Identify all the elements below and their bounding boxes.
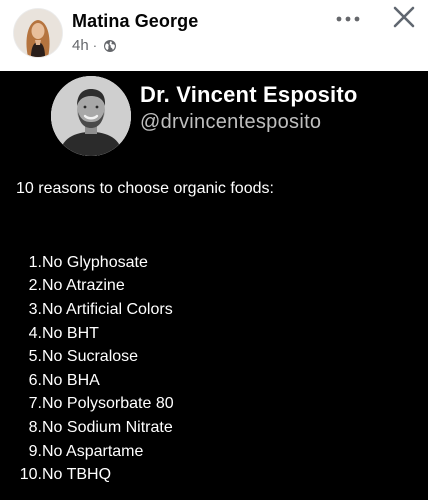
globe-icon[interactable]	[103, 39, 117, 53]
post-header: Matina George 4h ·	[0, 0, 428, 71]
list-item-number: 7.	[28, 395, 42, 413]
post-image[interactable]: Dr. Vincent Esposito @drvincentesposito …	[0, 71, 428, 500]
doctor-handle: @drvincentesposito	[140, 111, 322, 133]
list-item-text: No Glyphosate	[42, 253, 148, 271]
author-avatar[interactable]	[14, 9, 62, 57]
list-item-number: 4.	[28, 324, 42, 342]
list-item-number: 9.	[28, 442, 42, 460]
list-item: 5. No Sucralose	[16, 345, 174, 369]
list-item-text: No Artificial Colors	[42, 300, 173, 318]
list-item: 4. No BHT	[16, 322, 174, 346]
doctor-profile-photo	[51, 76, 131, 156]
list-item-text: No BHT	[42, 324, 99, 342]
post-time[interactable]: 4h	[72, 37, 89, 54]
more-options-button[interactable]	[333, 6, 363, 30]
list-item-number: 8.	[28, 418, 42, 436]
doctor-name: Dr. Vincent Esposito	[140, 82, 358, 107]
list-item-text: No Sucralose	[42, 348, 139, 366]
list-item-text: No TBHQ	[42, 466, 112, 484]
list-item-text: No Atrazine	[42, 277, 125, 295]
author-name[interactable]: Matina George	[72, 11, 198, 32]
reasons-list: 1. No Glyphosate 2. No Atrazine 3. No Ar…	[16, 251, 174, 487]
list-item-text: No Aspartame	[42, 442, 144, 460]
list-item-number: 6.	[28, 371, 42, 389]
post-meta: 4h ·	[72, 37, 117, 54]
close-icon	[393, 6, 415, 33]
list-item: 8. No Sodium Nitrate	[16, 416, 174, 440]
list-item: 3. No Artificial Colors	[16, 298, 174, 322]
more-horizontal-icon	[336, 9, 360, 27]
list-item: 7. No Polysorbate 80	[16, 393, 174, 417]
list-item: 1. No Glyphosate	[16, 251, 174, 275]
list-item-number: 1.	[28, 253, 42, 271]
list-item: 9. No Aspartame	[16, 440, 174, 464]
list-item-text: No Polysorbate 80	[42, 395, 174, 413]
list-item-number: 5.	[28, 348, 42, 366]
list-item-number: 3.	[28, 300, 42, 318]
meta-separator: ·	[92, 38, 98, 53]
list-item-text: No Sodium Nitrate	[42, 418, 173, 436]
list-item: 6. No BHA	[16, 369, 174, 393]
close-button[interactable]	[390, 5, 418, 33]
list-item: 10. No TBHQ	[16, 463, 174, 487]
list-item-number: 2.	[28, 277, 42, 295]
list-item-number: 10.	[19, 466, 42, 484]
list-item: 2. No Atrazine	[16, 275, 174, 299]
list-item-text: No BHA	[42, 371, 100, 389]
intro-text: 10 reasons to choose organic foods:	[16, 180, 274, 197]
